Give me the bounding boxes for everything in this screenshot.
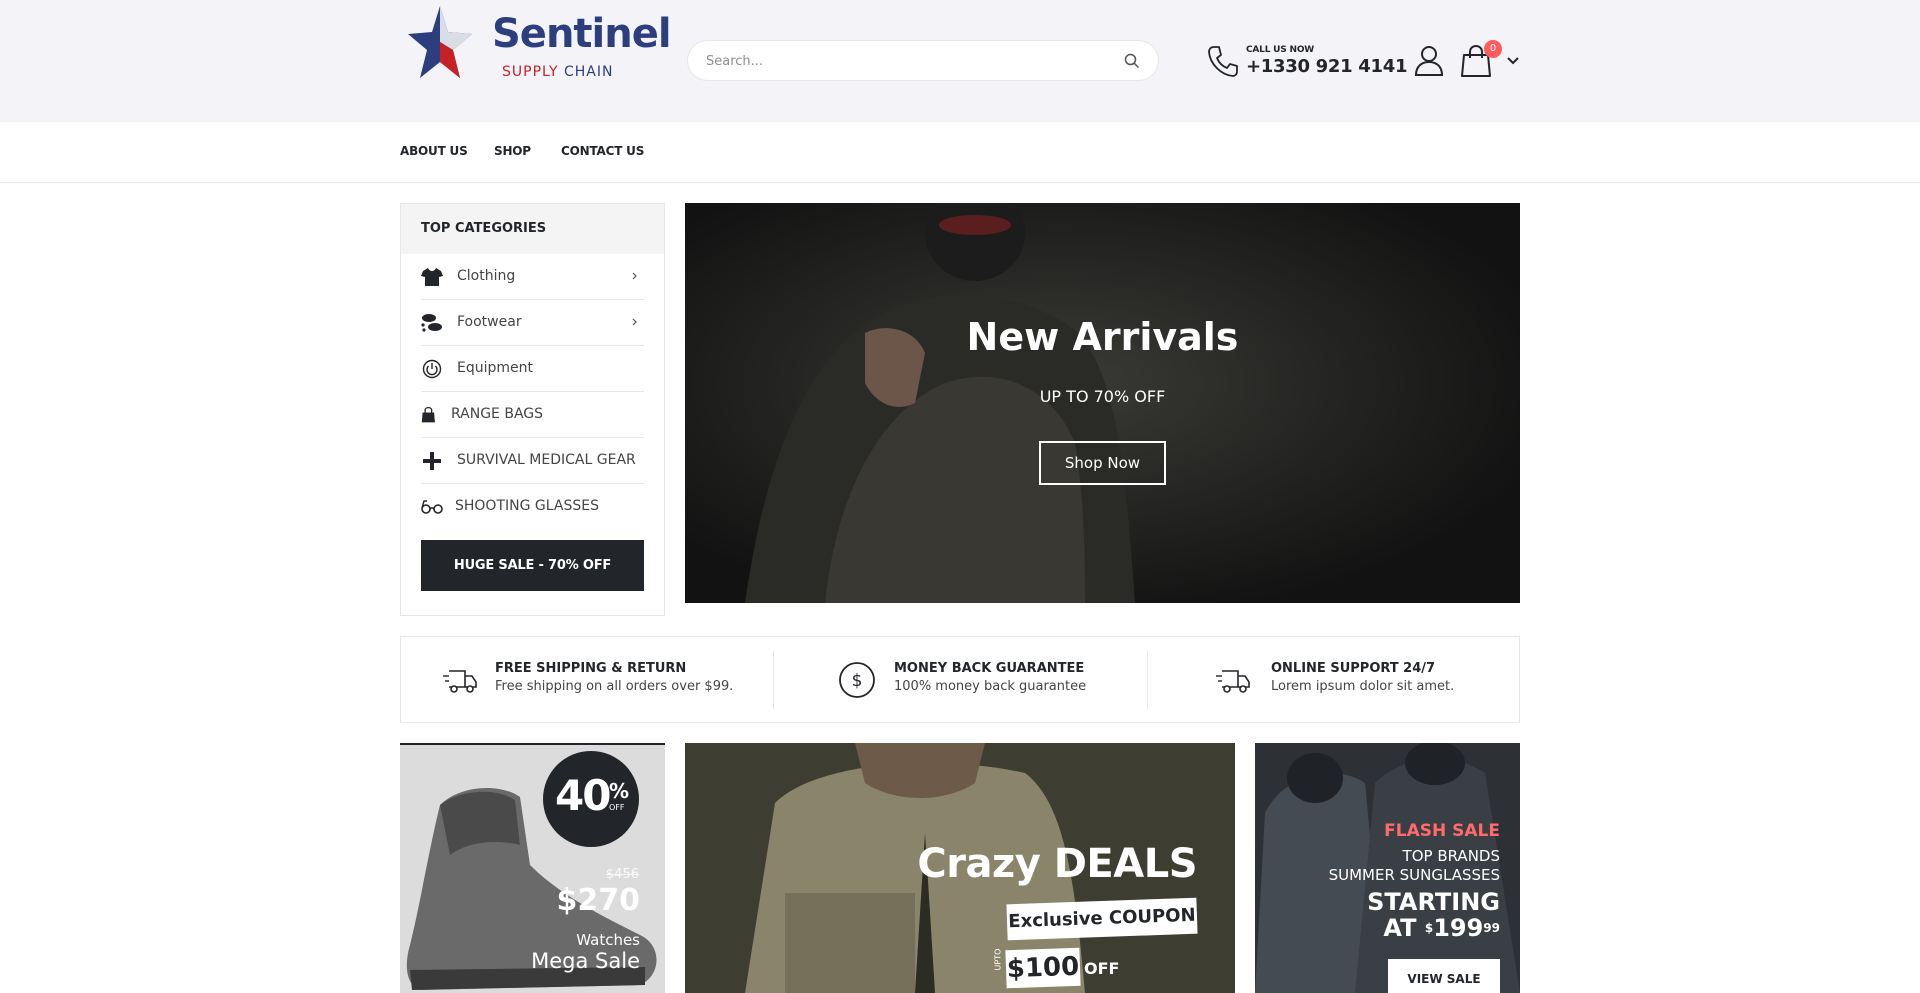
old-price: $456: [605, 867, 639, 882]
user-account-icon[interactable]: [1413, 44, 1445, 76]
svg-text:$: $: [852, 671, 863, 691]
logo-tagline: SUPPLY CHAIN: [502, 64, 613, 80]
chevron-down-icon[interactable]: [1506, 54, 1520, 68]
cart-dropdown[interactable]: 0: [1460, 40, 1524, 80]
info-text: Lorem ipsum dolor sit amet.: [1271, 679, 1455, 694]
truck-icon: [443, 670, 477, 693]
category-label: Equipment: [457, 360, 533, 376]
category-label: Clothing: [457, 268, 516, 284]
tshirt-icon: [421, 268, 443, 286]
search-icon[interactable]: [1124, 53, 1140, 69]
bag-icon: [421, 406, 435, 423]
category-label: SHOOTING GLASSES: [455, 498, 599, 514]
banner-title: Mega Sale: [531, 949, 640, 973]
starting-text: STARTING: [1367, 888, 1500, 916]
star-logo-icon: [408, 6, 472, 78]
category-item-shooting-glasses[interactable]: SHOOTING GLASSES: [421, 484, 644, 530]
search-input[interactable]: [706, 51, 1106, 71]
plus-icon: [423, 452, 441, 470]
hero-title: New Arrivals: [966, 315, 1239, 359]
logo-wordmark: Sentinel: [492, 11, 672, 57]
info-online-support: ONLINE SUPPORT 24/7 Lorem ipsum dolor si…: [1148, 637, 1520, 722]
power-icon: [422, 359, 442, 379]
header-top: Sentinel SUPPLY CHAIN CALL US NOW +1330 …: [0, 0, 1920, 122]
hero-subtitle: UP TO 70% OFF: [1039, 387, 1166, 406]
banner-flash-sale[interactable]: FLASH SALE TOP BRANDS SUMMER SUNGLASSES …: [1255, 743, 1520, 993]
category-item-range-bags[interactable]: RANGE BAGS: [421, 392, 644, 438]
phone-number[interactable]: +1330 921 4141: [1246, 56, 1407, 77]
price-value: 199: [1433, 914, 1484, 942]
price-cents: 99: [1483, 921, 1500, 935]
logo-tagline-dark: CHAIN: [563, 64, 614, 80]
coupon-amount: $100: [1005, 947, 1081, 989]
banner-category: Watches: [576, 931, 640, 949]
nav-contact-us[interactable]: CONTACT US: [561, 144, 644, 158]
crazy-deals-headline: Crazy DEALS: [917, 841, 1197, 887]
glasses-icon: [421, 500, 443, 514]
upto-label: UPTO: [993, 948, 1003, 971]
category-label: SURVIVAL MEDICAL GEAR: [457, 452, 636, 468]
info-free-shipping: FREE SHIPPING & RETURN Free shipping on …: [401, 637, 773, 722]
currency-symbol: $: [1424, 921, 1434, 935]
phone-icon: [1208, 46, 1238, 77]
category-item-equipment[interactable]: Equipment: [421, 346, 644, 392]
banner-crazy-deals[interactable]: Crazy DEALS Exclusive COUPON UPTO $100 O…: [685, 743, 1235, 993]
shop-now-button[interactable]: Shop Now: [1039, 441, 1166, 485]
info-text: 100% money back guarantee: [894, 679, 1087, 694]
chevron-right-icon: [632, 318, 637, 326]
chevron-right-icon: [632, 272, 637, 280]
discount-badge: 40 % OFF: [543, 751, 639, 847]
info-text: Free shipping on all orders over $99.: [495, 679, 734, 694]
banner-mega-sale[interactable]: 40 % OFF $456 $270 Watches Mega Sale: [400, 743, 665, 993]
category-label: Footwear: [457, 314, 522, 330]
info-title: MONEY BACK GUARANTEE: [894, 661, 1085, 676]
discount-percent-sign: %: [609, 779, 630, 803]
info-money-back: $ MONEY BACK GUARANTEE 100% money back g…: [774, 637, 1146, 722]
call-label: CALL US NOW: [1246, 45, 1315, 55]
flash-sale-subtitle: TOP BRANDS SUMMER SUNGLASSES: [1329, 847, 1500, 885]
discount-value: 40: [555, 771, 611, 820]
nav-about-us[interactable]: ABOUT US: [400, 144, 468, 158]
cart-count-badge: 0: [1484, 40, 1502, 58]
sidebar-header: TOP CATEGORIES: [401, 204, 664, 254]
new-price: $270: [556, 883, 641, 918]
price-line: AT $19999: [1367, 915, 1500, 941]
info-title: FREE SHIPPING & RETURN: [495, 661, 687, 676]
category-item-footwear[interactable]: Footwear: [421, 300, 644, 346]
flash-sale-label: FLASH SALE: [1384, 821, 1500, 841]
dollar-circle-icon: $: [839, 662, 875, 698]
hero-slider[interactable]: New Arrivals UP TO 70% OFF Shop Now: [685, 203, 1520, 603]
main-nav: ABOUT US SHOP CONTACT US: [0, 122, 1920, 183]
category-item-clothing[interactable]: Clothing: [421, 254, 644, 300]
discount-off-label: OFF: [609, 803, 625, 812]
site-logo[interactable]: Sentinel SUPPLY CHAIN: [408, 4, 672, 84]
at-text: AT: [1383, 914, 1417, 942]
category-label: RANGE BAGS: [451, 406, 544, 422]
search-bar[interactable]: [687, 40, 1159, 81]
footprints-icon: [421, 314, 442, 332]
summer-sunglasses-text: SUMMER SUNGLASSES: [1328, 866, 1500, 884]
exclusive-coupon-label: Exclusive COUPON: [1006, 897, 1198, 941]
category-sidebar: TOP CATEGORIES Clothing Footwear Equipme…: [400, 203, 665, 616]
logo-tagline-red: SUPPLY: [502, 64, 559, 80]
info-boxes: FREE SHIPPING & RETURN Free shipping on …: [400, 636, 1520, 723]
coupon-off-label: OFF: [1084, 959, 1120, 978]
call-us[interactable]: CALL US NOW +1330 921 4141: [1206, 42, 1407, 82]
huge-sale-button[interactable]: HUGE SALE - 70% OFF: [421, 540, 644, 591]
nav-shop[interactable]: SHOP: [494, 144, 531, 158]
sidebar-title: TOP CATEGORIES: [421, 221, 547, 236]
info-title: ONLINE SUPPORT 24/7: [1271, 661, 1436, 676]
top-brands-text: TOP BRANDS: [1402, 847, 1500, 865]
starting-price: STARTING AT $19999: [1367, 889, 1500, 941]
truck-icon: [1216, 670, 1250, 693]
view-sale-button[interactable]: VIEW SALE: [1388, 959, 1500, 993]
category-item-survival-medical-gear[interactable]: SURVIVAL MEDICAL GEAR: [421, 438, 644, 484]
